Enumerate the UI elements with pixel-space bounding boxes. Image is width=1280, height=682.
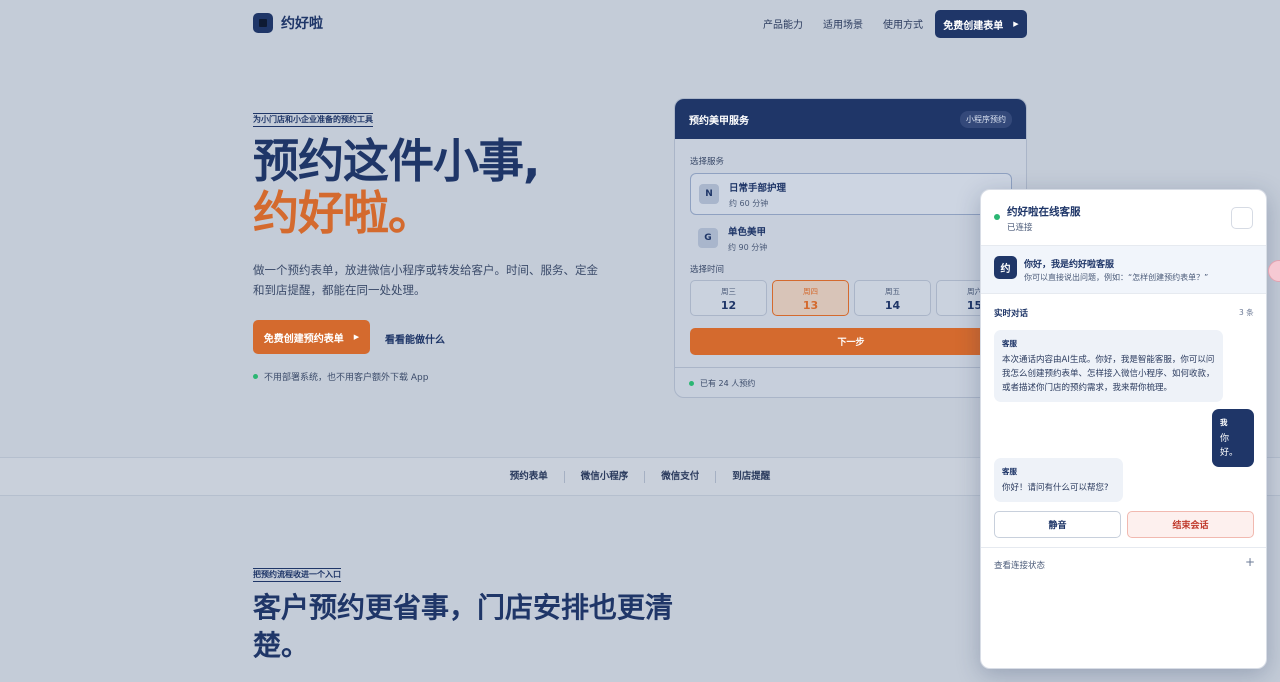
intro-subtitle: 你可以直接说出问题，例如：“怎样创建预约表单？” bbox=[1024, 273, 1209, 282]
message-bot: 客服 本次通话内容由AI生成。你好，我是智能客服，你可以问我怎么创建预约表单、怎… bbox=[994, 330, 1223, 402]
card-pill-badge: 小程序预约 bbox=[960, 110, 1012, 128]
day-picker: 周三 12 周四 13 周五 14 周六 15 bbox=[690, 280, 1013, 316]
cta-primary-label: 免费创建预约表单 bbox=[263, 333, 344, 345]
day-weekday: 周四 bbox=[803, 287, 818, 296]
message-count: 3 条 bbox=[1239, 308, 1254, 317]
status-dot-icon bbox=[253, 374, 258, 379]
day-date: 14 bbox=[884, 299, 901, 312]
hero-title-line2: 约好啦。 bbox=[253, 186, 434, 240]
brand-mark-icon bbox=[253, 13, 273, 33]
nav-link-features[interactable]: 产品能力 bbox=[763, 16, 803, 31]
service-duration: 约 60 分钟 bbox=[729, 198, 769, 208]
message-text: 你好！请问有什么可以帮您? bbox=[1002, 483, 1109, 493]
message-bot: 客服 你好！请问有什么可以帮您? bbox=[994, 458, 1123, 502]
nav-cta-label: 免费创建表单 bbox=[943, 20, 1004, 32]
hero-note: 不用部署系统，也不用客户额外下载 App bbox=[253, 370, 428, 383]
chat-connection-status: 已连接 bbox=[1007, 223, 1033, 233]
day-weekday: 周三 bbox=[721, 287, 736, 296]
mute-button[interactable]: 静音 bbox=[994, 511, 1121, 538]
online-status-icon bbox=[994, 214, 1000, 220]
connection-status-row[interactable]: 查看连接状态 + bbox=[981, 547, 1266, 577]
strip-item-booking-form[interactable]: 预约表单 bbox=[494, 470, 565, 483]
see-features-link[interactable]: 看看能做什么 bbox=[385, 331, 445, 346]
support-chat-widget: 约好啦在线客服 已连接 约 你好，我是约好啦客服 你可以直接说出问题，例如：“怎… bbox=[980, 189, 1267, 669]
strip-item-mini-program[interactable]: 微信小程序 bbox=[565, 470, 646, 483]
hero-title-line1: 预约这件小事, bbox=[253, 134, 540, 188]
brand-name: 约好啦 bbox=[281, 16, 323, 32]
chat-header: 约好啦在线客服 已连接 bbox=[981, 190, 1266, 245]
chat-close-button[interactable] bbox=[1231, 207, 1253, 229]
section-cut-text bbox=[253, 676, 613, 682]
nav-link-usage[interactable]: 使用方式 bbox=[883, 16, 923, 31]
hero-note-text: 不用部署系统，也不用客户额外下载 App bbox=[264, 373, 429, 383]
connection-status-label: 查看连接状态 bbox=[994, 561, 1046, 571]
service-name: 单色美甲 bbox=[728, 226, 767, 238]
card-header: 预约美甲服务 小程序预约 bbox=[675, 99, 1026, 139]
message-text: 你好。 bbox=[1220, 434, 1239, 458]
section-eyebrow: 把预约流程收进一个入口 bbox=[253, 568, 341, 582]
card-footer: 已有 24 人预约 bbox=[675, 367, 1026, 397]
service-option-hand-care[interactable]: N 日常手部护理 约 60 分钟 bbox=[690, 173, 1012, 215]
day-option[interactable]: 周三 12 bbox=[690, 280, 767, 316]
nav-create-form-button[interactable]: 免费创建表单 ▶ bbox=[935, 10, 1027, 38]
hero-eyebrow: 为小门店和小企业准备的预约工具 bbox=[253, 113, 373, 127]
message-user: 我 你好。 bbox=[1212, 409, 1254, 467]
arrow-right-icon: ▶ bbox=[1013, 20, 1019, 28]
support-avatar: 约 bbox=[994, 256, 1017, 279]
realtime-label: 实时对话 bbox=[994, 309, 1029, 319]
create-booking-form-button[interactable]: 免费创建预约表单 ▶ bbox=[253, 320, 370, 354]
hero-lead: 做一个预约表单，放进微信小程序或转发给客户。时间、服务、定金和到店提醒，都能在同… bbox=[253, 263, 598, 297]
day-date: 12 bbox=[720, 299, 737, 312]
floating-chat-icon[interactable] bbox=[1268, 260, 1280, 282]
message-sender: 我 bbox=[1220, 418, 1228, 427]
status-dot-icon bbox=[689, 381, 694, 386]
message-sender: 客服 bbox=[1002, 339, 1017, 348]
next-step-button[interactable]: 下一步 bbox=[690, 328, 1012, 355]
chat-intro: 约 你好，我是约好啦客服 你可以直接说出问题，例如：“怎样创建预约表单？” bbox=[981, 245, 1266, 294]
strip-item-reminder[interactable]: 到店提醒 bbox=[716, 471, 786, 483]
time-label: 选择时间 bbox=[690, 265, 725, 275]
service-n-icon: N bbox=[699, 184, 719, 204]
booking-count: 已有 24 人预约 bbox=[700, 379, 756, 388]
day-option-selected[interactable]: 周四 13 bbox=[772, 280, 849, 316]
end-session-button[interactable]: 结束会话 bbox=[1127, 511, 1254, 538]
chat-title: 约好啦在线客服 bbox=[1007, 206, 1081, 218]
card-title: 预约美甲服务 bbox=[689, 115, 749, 127]
service-option-solid-nail[interactable]: G 单色美甲 约 90 分钟 bbox=[690, 217, 1012, 259]
booking-preview-card: 预约美甲服务 小程序预约 选择服务 N 日常手部护理 约 60 分钟 G 单色美… bbox=[674, 98, 1027, 398]
nav-link-scenarios[interactable]: 适用场景 bbox=[823, 16, 863, 31]
message-text: 本次通话内容由AI生成。你好，我是智能客服，你可以问我怎么创建预约表单、怎样接入… bbox=[1002, 355, 1215, 393]
service-name: 日常手部护理 bbox=[729, 182, 787, 194]
nav-links: 产品能力 适用场景 使用方式 bbox=[763, 16, 923, 31]
brand-logo[interactable]: 约好啦 bbox=[253, 13, 323, 33]
plus-icon: + bbox=[1245, 555, 1256, 569]
strip-item-wechat-pay[interactable]: 微信支付 bbox=[645, 470, 717, 483]
service-label: 选择服务 bbox=[690, 157, 725, 167]
service-duration: 约 90 分钟 bbox=[728, 242, 768, 252]
arrow-right-icon: ▶ bbox=[353, 333, 360, 341]
top-nav: 约好啦 产品能力 适用场景 使用方式 免费创建表单 ▶ bbox=[0, 0, 1280, 48]
section-title: 客户预约更省事，门店安排也更清楚。 bbox=[253, 591, 674, 662]
day-weekday: 周五 bbox=[885, 287, 900, 296]
day-date: 13 bbox=[802, 299, 819, 312]
day-option[interactable]: 周五 14 bbox=[854, 280, 931, 316]
intro-title: 你好，我是约好啦客服 bbox=[1024, 260, 1115, 270]
message-sender: 客服 bbox=[1002, 467, 1017, 476]
service-g-icon: G bbox=[698, 228, 718, 248]
